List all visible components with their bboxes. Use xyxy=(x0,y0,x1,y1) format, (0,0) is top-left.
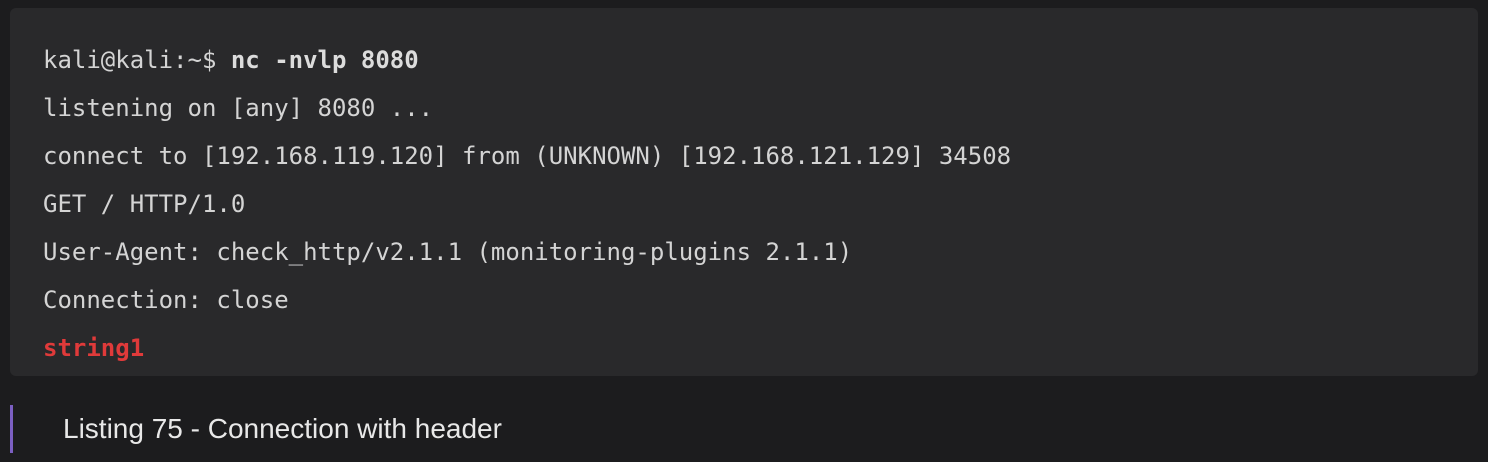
listing-caption: Listing 75 - Connection with header xyxy=(10,405,502,453)
page: kali@kali:~$ nc -nvlp 8080 listening on … xyxy=(0,0,1488,462)
output-line: User-Agent: check_http/v2.1.1 (monitorin… xyxy=(43,238,853,266)
highlighted-output-line: string1 xyxy=(43,334,145,362)
command-line: kali@kali:~$ nc -nvlp 8080 xyxy=(43,36,1478,84)
shell-prompt: kali@kali:~$ xyxy=(43,46,231,74)
output-line: Connection: close xyxy=(43,286,289,314)
command-text: nc -nvlp 8080 xyxy=(230,46,419,74)
terminal-code-block: kali@kali:~$ nc -nvlp 8080 listening on … xyxy=(10,8,1478,376)
output-line: listening on [any] 8080 ... xyxy=(43,94,434,122)
output-line: GET / HTTP/1.0 xyxy=(43,190,246,218)
caption-text: Listing 75 - Connection with header xyxy=(63,413,502,444)
output-line: connect to [192.168.119.120] from (UNKNO… xyxy=(43,142,1012,170)
